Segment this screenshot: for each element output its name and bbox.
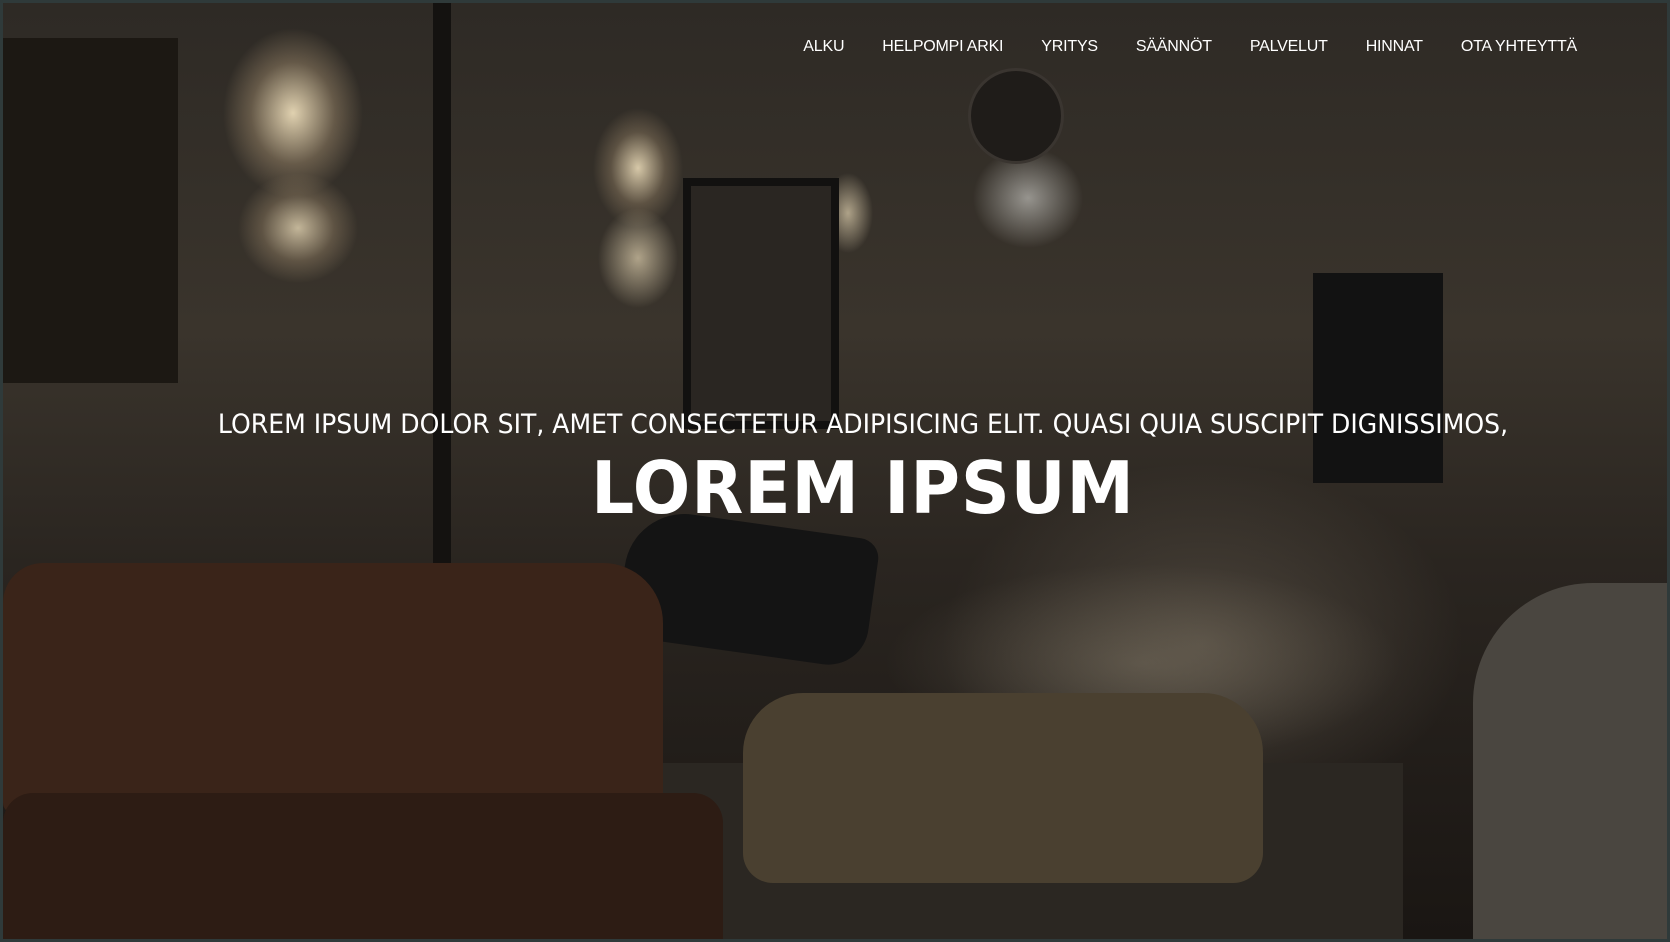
hero-subtitle: LOREM IPSUM DOLOR SIT, AMET CONSECTETUR … [217, 409, 1509, 440]
plant-pot [1473, 583, 1667, 939]
nav-item-helpompi-arki[interactable]: HELPOMPI ARKI [882, 38, 1003, 56]
sofa [3, 563, 663, 813]
nav-item-hinnat[interactable]: HINNAT [1366, 38, 1423, 56]
hero-text: LOREM IPSUM DOLOR SIT, AMET CONSECTETUR … [3, 409, 1667, 530]
nav-item-alku[interactable]: ALKU [803, 38, 844, 56]
wall-clock [968, 68, 1064, 164]
floor-cushion [743, 693, 1263, 883]
nav-item-saannot[interactable]: SÄÄNNÖT [1136, 38, 1212, 56]
hero-title: LOREM IPSUM [591, 446, 1135, 530]
nav-item-ota-yhteytta[interactable]: OTA YHTEYTTÄ [1461, 38, 1577, 56]
hero-background: ALKU HELPOMPI ARKI YRITYS SÄÄNNÖT PALVEL… [3, 3, 1667, 939]
main-navigation: ALKU HELPOMPI ARKI YRITYS SÄÄNNÖT PALVEL… [803, 38, 1577, 56]
wall-mirror [683, 178, 839, 429]
sofa-foreground [3, 793, 723, 939]
wall-painting [3, 38, 178, 383]
nav-item-palvelut[interactable]: PALVELUT [1250, 38, 1328, 56]
nav-item-yritys[interactable]: YRITYS [1041, 38, 1098, 56]
